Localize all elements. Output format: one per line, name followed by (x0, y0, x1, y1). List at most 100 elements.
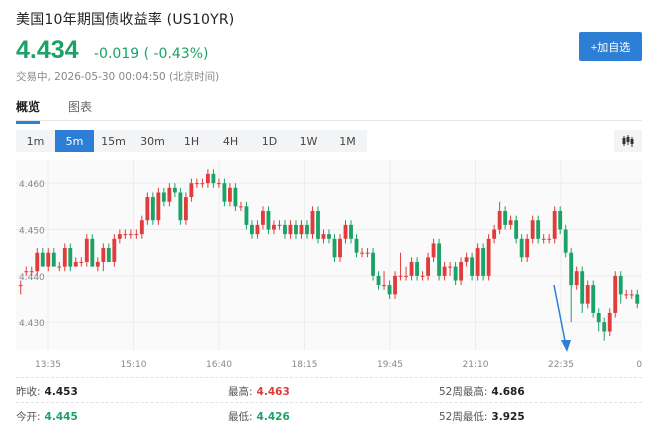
tab-divider (16, 120, 642, 121)
period-1h[interactable]: 1H (172, 130, 211, 152)
candle-body (261, 210, 265, 225)
stat-high: 最高: 4.463 (228, 386, 290, 398)
candle-body (200, 183, 205, 185)
candle-body (95, 261, 100, 267)
candle-body (343, 224, 348, 239)
candle-body (574, 271, 579, 286)
candle-body (68, 248, 73, 267)
candle-body (233, 187, 238, 207)
candle-body (222, 183, 227, 202)
candle-body (145, 197, 150, 221)
candle-body (437, 243, 442, 276)
stats-row-2: 今开: 4.445 最低: 4.426 52周最低: 3.925 (16, 402, 642, 427)
period-15m[interactable]: 15m (94, 130, 133, 152)
candle-body (613, 275, 618, 313)
x-tick-label: 00:0 (636, 360, 642, 370)
candle-body (371, 252, 375, 276)
candle-body (624, 294, 629, 296)
chart-type-button[interactable] (614, 130, 642, 152)
candle-body (420, 275, 425, 277)
candle-body (227, 187, 232, 202)
candle-body (481, 248, 486, 276)
candle-body (558, 210, 563, 230)
candle-body (183, 197, 188, 221)
y-tick-label: 4.460 (19, 180, 45, 190)
candle-body (112, 238, 117, 262)
candle-body (57, 266, 62, 268)
candle-body (415, 261, 419, 276)
candle-body (24, 271, 29, 273)
period-1m[interactable]: 1m (16, 130, 55, 152)
candle-body (596, 312, 601, 323)
candle-body (514, 220, 519, 239)
candle-body (525, 238, 530, 258)
candle-body (139, 220, 144, 235)
period-30m[interactable]: 30m (133, 130, 172, 152)
candle-body (635, 294, 640, 304)
candle-body (453, 266, 458, 281)
candle-body (294, 224, 298, 235)
stat-52w-high: 52周最高: 4.686 (439, 386, 525, 398)
candlestick-icon (622, 135, 634, 147)
candle-body (530, 220, 535, 239)
period-1mo[interactable]: 1M (328, 130, 367, 152)
trading-status: 交易中, 2026-05-30 00:04:50 (北京时间) (16, 71, 220, 83)
candle-body (431, 243, 436, 258)
candle-body (244, 206, 249, 225)
period-1d[interactable]: 1D (250, 130, 289, 152)
candle-body (327, 234, 331, 239)
candle-body (128, 234, 133, 236)
candle-body (552, 210, 557, 239)
candle-body (387, 285, 392, 295)
candle-body (580, 271, 585, 304)
candle-body (365, 252, 370, 254)
candle-body (167, 187, 172, 202)
candle-body (117, 234, 122, 239)
period-5m[interactable]: 5m (55, 130, 94, 152)
y-tick-label: 4.430 (19, 319, 45, 329)
y-tick-label: 4.450 (19, 227, 45, 237)
candle-body (398, 275, 403, 277)
candle-body (106, 248, 111, 262)
stat-low-value: 4.426 (256, 411, 290, 423)
candle-body (569, 252, 574, 286)
period-4h[interactable]: 4H (211, 130, 250, 152)
candle-body (101, 248, 106, 262)
candle-body (536, 220, 541, 239)
candle-body (404, 275, 408, 277)
candle-body (123, 234, 128, 236)
candle-body (448, 266, 453, 268)
x-tick-label: 13:35 (35, 360, 61, 370)
candle-body (541, 238, 546, 240)
candle-body (585, 285, 590, 304)
candle-body (393, 275, 397, 295)
stat-open-value: 4.445 (44, 411, 78, 423)
candle-body (354, 238, 359, 253)
page-title: 美国10年期国债收益率 (US10YR) (16, 12, 235, 28)
candle-body (607, 312, 612, 332)
price-chart[interactable]: 4.460 4.450 4.440 4.430 13:35 15:10 16:40 18:15… (16, 160, 650, 372)
add-to-watchlist-button[interactable]: +加自选 (579, 32, 642, 61)
candle-body (18, 285, 23, 287)
candle-body (376, 275, 381, 286)
candle-body (563, 229, 568, 253)
candle-body (503, 210, 508, 225)
candle-body (239, 206, 243, 208)
period-1w[interactable]: 1W (289, 130, 328, 152)
candle-body (382, 285, 386, 287)
candle-body (459, 261, 464, 281)
candle-body (150, 197, 155, 221)
candle-body (29, 271, 34, 273)
candle-body (255, 224, 260, 235)
candle-body (172, 187, 177, 193)
price-change: -0.019 ( -0.43%) (94, 46, 209, 62)
candle-body (629, 294, 634, 296)
candle-body (409, 261, 414, 276)
x-tick-label: 15:10 (121, 360, 147, 370)
price-chart-svg[interactable]: 4.4604.4504.4404.43013:35 15:10 16:40 18:15… (16, 160, 650, 372)
candle-body (79, 261, 84, 263)
candle-body (360, 252, 364, 254)
candle-body (272, 224, 276, 230)
candle-body (283, 224, 287, 235)
x-tick-label: 22:35 (548, 360, 574, 370)
